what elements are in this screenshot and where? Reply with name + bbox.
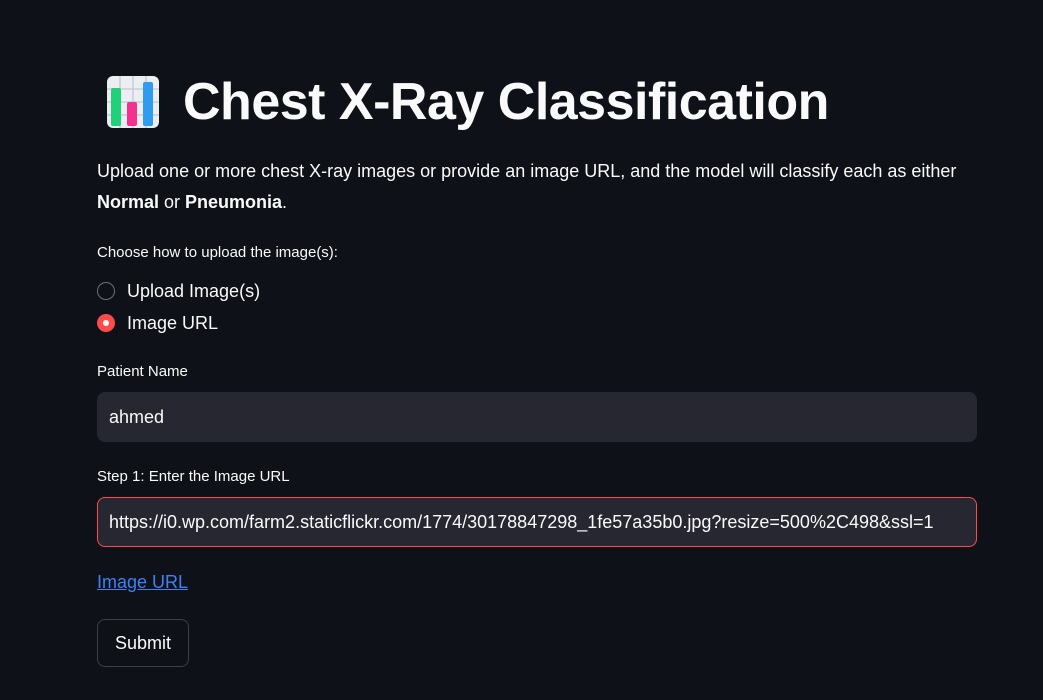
radio-unselected-icon[interactable] [97, 282, 115, 300]
radio-image-url-label: Image URL [127, 312, 219, 333]
image-url-input[interactable] [97, 497, 977, 547]
radio-image-url[interactable]: Image URL [97, 311, 218, 335]
bar-chart-icon [107, 76, 159, 128]
page-description: Upload one or more chest X-ray images or… [97, 156, 957, 218]
radio-selected-icon[interactable] [97, 314, 115, 332]
patient-name-input[interactable] [97, 392, 977, 442]
upload-method-label: Choose how to upload the image(s): [97, 244, 338, 261]
patient-name-label: Patient Name [97, 363, 188, 380]
description-period: . [282, 192, 288, 212]
image-url-label: Step 1: Enter the Image URL [97, 468, 290, 485]
page-header: Chest X-Ray Classification [105, 72, 829, 132]
submit-button[interactable]: Submit [97, 619, 189, 667]
page-title: Chest X-Ray Classification [183, 73, 829, 131]
pneumonia-label: Pneumonia [185, 192, 283, 212]
description-or: or [159, 192, 186, 212]
radio-upload-images[interactable]: Upload Image(s) [97, 279, 260, 303]
normal-label: Normal [97, 192, 160, 212]
description-text: Upload one or more chest X-ray images or… [97, 161, 957, 181]
radio-upload-images-label: Upload Image(s) [127, 280, 261, 301]
image-url-link[interactable]: Image URL [97, 572, 188, 593]
